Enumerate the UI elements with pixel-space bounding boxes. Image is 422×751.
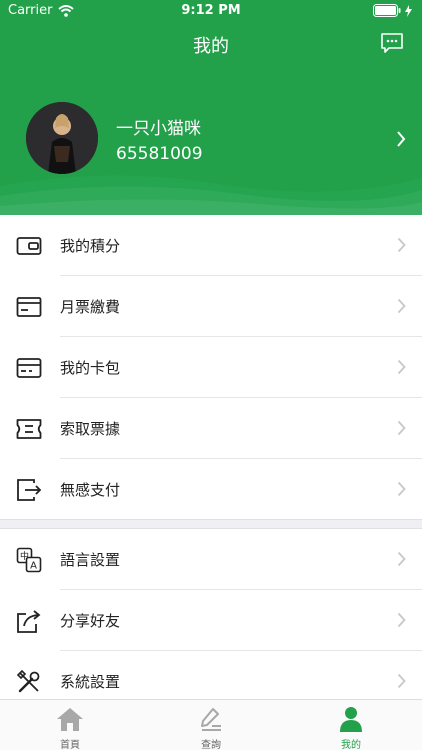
menu-item-points[interactable]: 我的積分 xyxy=(0,215,422,276)
language-icon-en: A xyxy=(30,561,37,572)
ticket-icon xyxy=(16,419,42,439)
status-bar: Carrier 9:12 PM xyxy=(0,0,422,22)
tab-query[interactable]: 查詢 xyxy=(141,700,281,751)
battery-indicator xyxy=(373,4,412,17)
profile-header[interactable]: 一只小猫咪 65581009 xyxy=(0,66,422,216)
card-icon xyxy=(16,297,42,317)
chevron-right-icon xyxy=(397,420,406,436)
chevron-right-icon xyxy=(397,481,406,497)
tab-mine[interactable]: 我的 xyxy=(281,700,421,751)
menu-group-settings: 中 A 語言設置 分享好友 系統設置 xyxy=(0,529,422,712)
menu-item-label: 月票繳費 xyxy=(60,298,121,316)
chevron-right-icon[interactable] xyxy=(396,130,406,148)
message-icon[interactable] xyxy=(380,31,404,55)
language-icon-zh: 中 xyxy=(20,550,29,562)
status-time: 9:12 PM xyxy=(181,3,241,18)
wallet-icon xyxy=(16,237,42,255)
battery-icon xyxy=(373,4,401,17)
menu-item-share[interactable]: 分享好友 xyxy=(0,590,422,651)
card-holder-icon xyxy=(16,358,42,378)
menu-item-label: 系統設置 xyxy=(60,673,121,691)
edit-icon xyxy=(201,708,221,731)
avatar-image xyxy=(26,102,98,174)
chevron-right-icon xyxy=(397,298,406,314)
share-icon xyxy=(17,610,41,633)
chevron-right-icon xyxy=(397,612,406,628)
menu-item-contactless-pay[interactable]: 無感支付 xyxy=(0,459,422,520)
menu-item-label: 語言設置 xyxy=(60,551,121,569)
menu-item-language[interactable]: 中 A 語言設置 xyxy=(0,529,422,590)
page-title: 我的 xyxy=(193,36,229,57)
menu-item-card-holder[interactable]: 我的卡包 xyxy=(0,337,422,398)
user-icon xyxy=(340,707,362,732)
menu-item-label: 分享好友 xyxy=(60,612,121,630)
menu-item-label: 我的積分 xyxy=(60,237,121,255)
navigation-bar: 我的 xyxy=(0,22,422,66)
tab-label: 我的 xyxy=(341,740,361,751)
menu-item-monthly-pass[interactable]: 月票繳費 xyxy=(0,276,422,337)
tab-label: 查詢 xyxy=(201,740,221,751)
tab-bar: 首頁 查詢 我的 xyxy=(0,699,422,751)
tab-home[interactable]: 首頁 xyxy=(0,700,140,751)
section-divider xyxy=(0,519,422,529)
exit-pay-icon xyxy=(17,479,42,501)
menu-group-account: 我的積分 月票繳費 我的卡包 索取票據 無感支付 xyxy=(0,215,422,520)
menu-item-label: 無感支付 xyxy=(60,481,121,499)
chevron-right-icon xyxy=(397,237,406,253)
avatar[interactable] xyxy=(26,102,98,174)
charging-icon xyxy=(405,4,412,17)
home-icon xyxy=(57,708,83,731)
menu-item-label: 我的卡包 xyxy=(60,359,121,377)
chevron-right-icon xyxy=(397,673,406,689)
chevron-right-icon xyxy=(397,359,406,375)
user-name: 一只小猫咪 xyxy=(116,119,201,139)
menu-item-label: 索取票據 xyxy=(60,420,121,438)
tools-icon xyxy=(16,669,40,693)
chevron-right-icon xyxy=(397,551,406,567)
language-icon: 中 A xyxy=(16,547,42,573)
menu-item-receipt[interactable]: 索取票據 xyxy=(0,398,422,459)
user-id: 65581009 xyxy=(116,144,203,164)
tab-label: 首頁 xyxy=(60,740,80,751)
